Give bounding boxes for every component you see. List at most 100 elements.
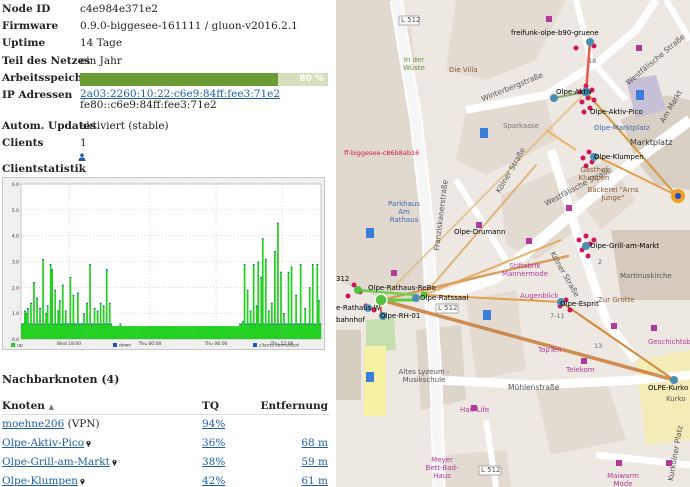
bar-up xyxy=(78,323,81,339)
node-label[interactable]: Olpe-Drumann xyxy=(454,228,505,236)
bar-up xyxy=(211,326,214,339)
clients-value: 1 xyxy=(80,137,87,150)
bar-up xyxy=(90,323,93,339)
line-clients xyxy=(302,323,305,325)
node-label[interactable]: Olpe-Ratssaal xyxy=(420,294,468,302)
poi-label: In der Wüste xyxy=(403,56,425,72)
distance-link[interactable]: 68 m xyxy=(301,437,328,449)
bar-up xyxy=(275,323,278,339)
line-clients xyxy=(81,323,84,325)
line-clients xyxy=(310,323,313,325)
map-view[interactable]: L 512 L 512 L 512 Winterbergstraße Westf… xyxy=(336,0,690,487)
node-label[interactable]: bahnhof xyxy=(336,316,365,324)
bar-up xyxy=(186,326,188,339)
node-label[interactable]: Olpe-Klumpen xyxy=(594,153,644,161)
bar-up xyxy=(169,326,172,339)
neighbours-table: Knoten ▲ TQ Entfernung moehne206 (VPN) 94… xyxy=(2,400,330,487)
bar-up xyxy=(58,300,61,339)
bar-up xyxy=(304,308,307,339)
bar-up xyxy=(208,326,211,339)
node-label[interactable]: ff-biggesee-c86b8ab16 xyxy=(344,149,419,157)
neighbour-link[interactable]: Olpe-Klumpen xyxy=(2,475,78,487)
node-label[interactable]: Olpe-Esprit xyxy=(560,300,599,308)
line-clients xyxy=(110,323,113,325)
client-statistics-chart: 0.0 1.0 2.0 3.0 4.0 5.0 6.0 Wed 18:00 Thu 00:00 T… xyxy=(2,177,325,350)
distance-link[interactable]: 61 m xyxy=(301,475,328,487)
user-icon[interactable] xyxy=(78,153,86,161)
node-label[interactable]: Olpe-Aktiv xyxy=(556,88,592,96)
neighbour-distance: 68 m xyxy=(301,437,328,449)
bar-up xyxy=(93,308,96,339)
header-tq[interactable]: TQ xyxy=(202,400,219,412)
legend-label: down xyxy=(119,343,131,349)
poi-label: Kurko xyxy=(666,395,686,403)
bar-up xyxy=(314,323,317,339)
line-clients xyxy=(75,323,78,325)
bar-up xyxy=(193,326,196,339)
bar-up xyxy=(317,300,320,339)
node-label[interactable]: Olpe-RH-01 xyxy=(380,312,420,320)
neighbours-heading: Nachbarknoten (4) xyxy=(2,373,120,386)
line-clients xyxy=(22,323,25,325)
node-label[interactable]: e-Rathaus-W xyxy=(336,304,381,312)
node-label[interactable]: Olpe-Aktiv-Pico xyxy=(590,108,643,116)
bar-up xyxy=(21,323,23,339)
bar-up xyxy=(101,323,104,339)
line-clients xyxy=(24,310,26,312)
bar-up xyxy=(224,326,226,339)
bar-up xyxy=(130,326,132,339)
header-node[interactable]: Knoten ▲ xyxy=(2,400,54,412)
tq-link[interactable]: 36% xyxy=(202,437,225,449)
neighbour-link[interactable]: Olpe-Aktiv-Pico xyxy=(2,437,84,449)
bar-up xyxy=(228,326,231,339)
line-clients xyxy=(51,269,54,271)
bar-up xyxy=(267,310,270,339)
line-clients xyxy=(107,323,110,325)
bar-up xyxy=(195,326,197,339)
line-clients xyxy=(308,287,311,289)
line-clients xyxy=(246,289,249,291)
node-label[interactable]: OLPE-Kurko xyxy=(648,384,688,392)
sort-asc-icon: ▲ xyxy=(48,402,54,411)
bar-up xyxy=(271,302,273,339)
legend-swatch xyxy=(11,343,15,347)
tq-link[interactable]: 42% xyxy=(202,475,225,487)
property-row: Clients 1 xyxy=(2,136,332,153)
bar-up xyxy=(174,326,176,339)
poi-label: Parkhaus Am Rathaus xyxy=(388,200,420,224)
neighbour-link[interactable]: moehne206 xyxy=(2,418,64,430)
tq-link[interactable]: 38% xyxy=(202,456,225,468)
bar-up xyxy=(263,323,266,339)
distance-link[interactable]: 59 m xyxy=(301,456,328,468)
bar-up xyxy=(148,326,150,339)
line-clients xyxy=(42,258,44,260)
node-label[interactable]: Olpe-Rathaus-ReBo xyxy=(368,284,436,292)
line-clients xyxy=(84,323,87,325)
tq-link[interactable]: 94% xyxy=(202,418,225,430)
bar-up xyxy=(110,323,113,339)
bar-up xyxy=(284,323,287,339)
bar-up xyxy=(249,310,252,339)
bar-up xyxy=(33,282,35,339)
bar-up xyxy=(171,326,173,339)
node-label[interactable]: Olpe-Marktplatz xyxy=(594,124,650,132)
bar-up xyxy=(71,323,73,339)
bar-up xyxy=(117,326,120,339)
node-label[interactable]: freifunk-olpe-b90-gruene xyxy=(511,29,599,37)
bar-up xyxy=(140,326,143,339)
property-key: IP Adressen xyxy=(2,88,73,101)
line-clients xyxy=(108,302,111,304)
neighbour-distance: 59 m xyxy=(301,456,328,468)
table-header: Knoten ▲ TQ Entfernung xyxy=(2,400,330,415)
node-label[interactable]: Olpe-Grill-am-Markt xyxy=(590,242,659,250)
line-clients xyxy=(263,323,266,325)
bar-up xyxy=(137,326,140,339)
bar-up xyxy=(239,323,241,339)
bar-up xyxy=(155,326,158,339)
bar-up xyxy=(116,326,119,339)
node-label[interactable]: 312 xyxy=(336,275,349,283)
legend-swatch xyxy=(253,343,257,347)
bar-up xyxy=(146,326,149,339)
header-distance[interactable]: Entfernung xyxy=(261,400,328,412)
neighbour-link[interactable]: Olpe-Grill-am-Markt xyxy=(2,456,110,468)
